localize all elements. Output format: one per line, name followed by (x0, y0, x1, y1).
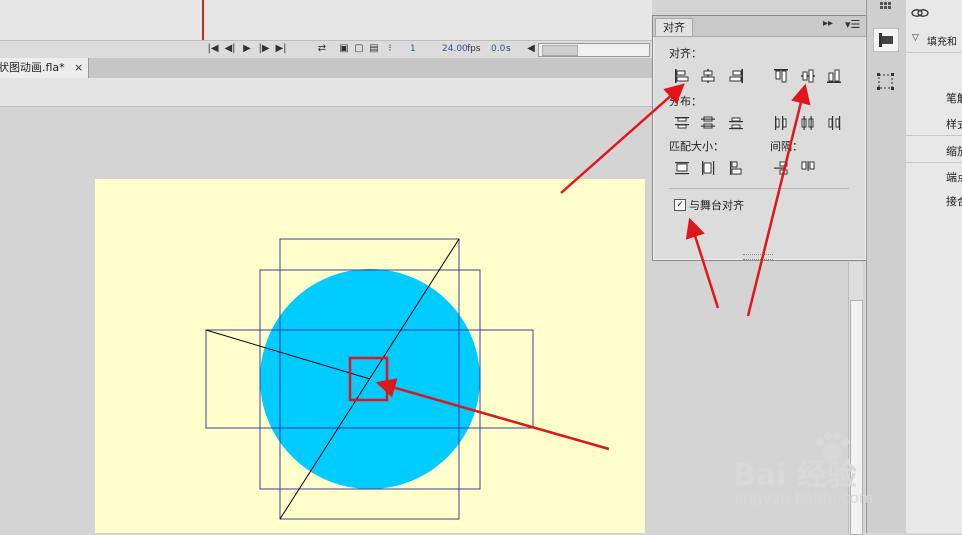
tutorial-annotations (348, 83, 811, 451)
arrow-to-center (375, 378, 610, 451)
arrow-to-horizontal-center (560, 83, 685, 194)
arrow-to-align-to-stage (685, 217, 720, 309)
arrow-to-vertical-center (746, 83, 811, 317)
highlight-box (348, 356, 389, 402)
